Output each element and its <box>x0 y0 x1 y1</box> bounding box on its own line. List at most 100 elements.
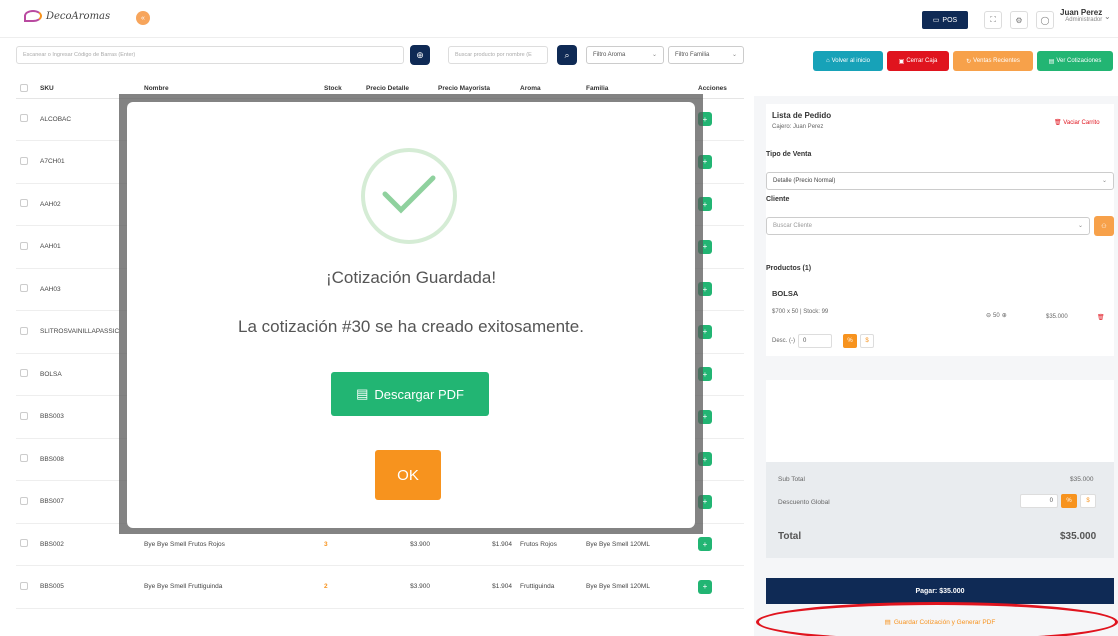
row-cell <box>16 140 36 184</box>
global-discount-input[interactable]: 0 <box>1020 494 1058 508</box>
search-button[interactable]: ⌕ <box>557 45 577 65</box>
row-family: Bye Bye Smell 120ML <box>582 565 694 609</box>
ok-button[interactable]: OK <box>375 450 441 500</box>
top-bar: DecoAromas « ▭ POS ⛶ ⚙ ◯ Juan Perez Admi… <box>0 0 1118 38</box>
add-to-cart-button[interactable]: + <box>698 579 712 594</box>
chevron-down-icon: ⌄ <box>731 52 737 58</box>
empty-cart-button[interactable]: 🗑 Vaciar Carrito <box>1054 119 1100 126</box>
logo-icon <box>24 10 42 22</box>
row-checkbox[interactable] <box>20 581 28 590</box>
chevron-down-icon[interactable]: ⌄ <box>1104 12 1111 21</box>
chevron-down-icon: ⌄ <box>651 52 657 58</box>
modal-message: La cotización #30 se ha creado exitosame… <box>238 317 584 336</box>
cart-item-total: $35.000 <box>1046 314 1068 320</box>
modal-title: ¡Cotización Guardada! <box>325 268 497 287</box>
qty-value[interactable]: 50 <box>993 313 1000 319</box>
table-row[interactable]: BBS005 Bye Bye Smell Fruttiguinda 2 $3.900 $… <box>16 565 744 609</box>
row-retail: $3.900 <box>362 565 434 609</box>
lock-icon: ▣ <box>898 58 905 65</box>
qty-stepper[interactable]: ⊖ 50 ⊕ <box>986 312 1007 320</box>
order-title: Lista de Pedido <box>772 111 832 120</box>
trash-icon[interactable]: 🗑 <box>1097 314 1105 321</box>
global-discount-controls: 0 % $ <box>1020 494 1096 508</box>
product-search-input[interactable]: Buscar producto por nombre (E <box>448 46 548 64</box>
user-role: Administrador <box>1065 17 1103 23</box>
row-wholesale: $1.904 <box>434 565 516 609</box>
row-checkbox[interactable] <box>20 114 28 123</box>
row-checkbox[interactable] <box>20 156 28 165</box>
row-cell <box>16 183 36 226</box>
item-discount-input[interactable]: 0 <box>798 334 832 348</box>
row-name: Bye Bye Smell Fruttiguinda <box>140 565 320 609</box>
add-client-button[interactable]: ⚇ <box>1094 216 1114 236</box>
sale-type-select[interactable]: Detalle (Precio Normal) ⌄ <box>766 172 1114 190</box>
brand-name: DecoAromas <box>46 10 111 22</box>
download-pdf-label: Descargar PDF <box>374 386 464 402</box>
row-checkbox[interactable] <box>20 199 28 208</box>
success-check-icon <box>361 148 457 244</box>
row-checkbox[interactable] <box>20 284 28 293</box>
barcode-input[interactable]: Escanear o Ingresar Código de Barras (En… <box>16 46 404 64</box>
home-label: Volver al inicio <box>831 58 870 64</box>
quotes-button[interactable]: ▤ Ver Cotizaciones <box>1037 51 1113 71</box>
add-circle-button[interactable]: ⊕ <box>410 45 430 65</box>
row-checkbox[interactable] <box>20 369 28 378</box>
home-icon: ⌂ <box>826 58 830 64</box>
fullscreen-icon[interactable]: ⛶ <box>984 11 1002 29</box>
gear-icon[interactable]: ⚙ <box>1010 11 1028 29</box>
row-checkbox[interactable] <box>20 411 28 420</box>
row-cell <box>16 98 36 141</box>
row-checkbox[interactable] <box>20 496 28 505</box>
row-checkbox[interactable] <box>20 454 28 463</box>
home-button[interactable]: ⌂ Volver al inicio <box>813 51 883 71</box>
success-modal: ¡Cotización Guardada! La cotización #30 … <box>127 102 695 528</box>
user-name: Juan Perez <box>1060 8 1103 17</box>
add-user-icon: ⚇ <box>1101 223 1107 230</box>
plus-icon[interactable]: ⊕ <box>1002 312 1007 319</box>
row-stock: 2 <box>320 565 362 609</box>
item-discount-label: Desc. (-) <box>772 338 795 344</box>
aroma-filter-select[interactable]: Filtro Aroma ⌄ <box>586 46 664 64</box>
sale-type-label: Tipo de Venta <box>766 151 812 158</box>
total-label: Total <box>778 531 802 542</box>
global-currency-toggle[interactable]: $ <box>1080 494 1096 508</box>
cashier-label: Cajero: Juan Perez <box>772 124 824 130</box>
user-icon[interactable]: ◯ <box>1036 11 1054 29</box>
monitor-icon: ▭ <box>932 17 940 24</box>
pay-button[interactable]: Pagar: $35.000 <box>766 578 1114 604</box>
percent-toggle[interactable]: % <box>843 334 857 348</box>
empty-cart-label: Vaciar Carrito <box>1063 120 1100 126</box>
row-cell <box>16 565 36 609</box>
row-checkbox[interactable] <box>20 241 28 250</box>
download-pdf-button[interactable]: ▤ Descargar PDF <box>331 372 489 416</box>
pos-label: POS <box>942 16 958 24</box>
global-percent-toggle[interactable]: % <box>1061 494 1077 508</box>
select-all-checkbox[interactable] <box>20 83 28 92</box>
minus-icon[interactable]: ⊖ <box>986 312 991 319</box>
cart-item-meta: $700 x 50 | Stock: 99 <box>772 309 829 315</box>
file-icon: ▤ <box>356 386 369 401</box>
client-placeholder: Buscar Cliente <box>773 223 813 229</box>
subtotal-value: $35.000 <box>1070 476 1094 483</box>
menu-toggle-button[interactable]: « <box>136 11 150 25</box>
global-discount-label: Descuento Global <box>778 499 830 506</box>
refresh-icon: ↻ <box>966 58 972 65</box>
recent-sales-button[interactable]: ↻ Ventas Recientes <box>953 51 1033 71</box>
products-count-label: Productos (1) <box>766 265 812 272</box>
row-cell <box>16 225 36 269</box>
row-checkbox[interactable] <box>20 326 28 335</box>
family-filter-select[interactable]: Filtro Familia ⌄ <box>668 46 744 64</box>
row-checkbox[interactable] <box>20 539 28 548</box>
currency-toggle[interactable]: $ <box>860 334 874 348</box>
client-label: Cliente <box>766 196 790 203</box>
close-register-button[interactable]: ▣ Cerrar Caja <box>887 51 949 71</box>
subtotal-label: Sub Total <box>778 476 805 483</box>
pos-button[interactable]: ▭ POS <box>922 11 968 29</box>
add-to-cart-button[interactable]: + <box>698 537 712 552</box>
row-cell <box>16 353 36 396</box>
client-search-select[interactable]: Buscar Cliente ⌄ <box>766 217 1090 235</box>
brand-logo[interactable]: DecoAromas <box>24 10 110 22</box>
row-sku: BBS005 <box>36 565 140 609</box>
close-register-label: Cerrar Caja <box>906 58 938 64</box>
user-menu[interactable]: Juan Perez Administrador <box>1060 8 1102 23</box>
